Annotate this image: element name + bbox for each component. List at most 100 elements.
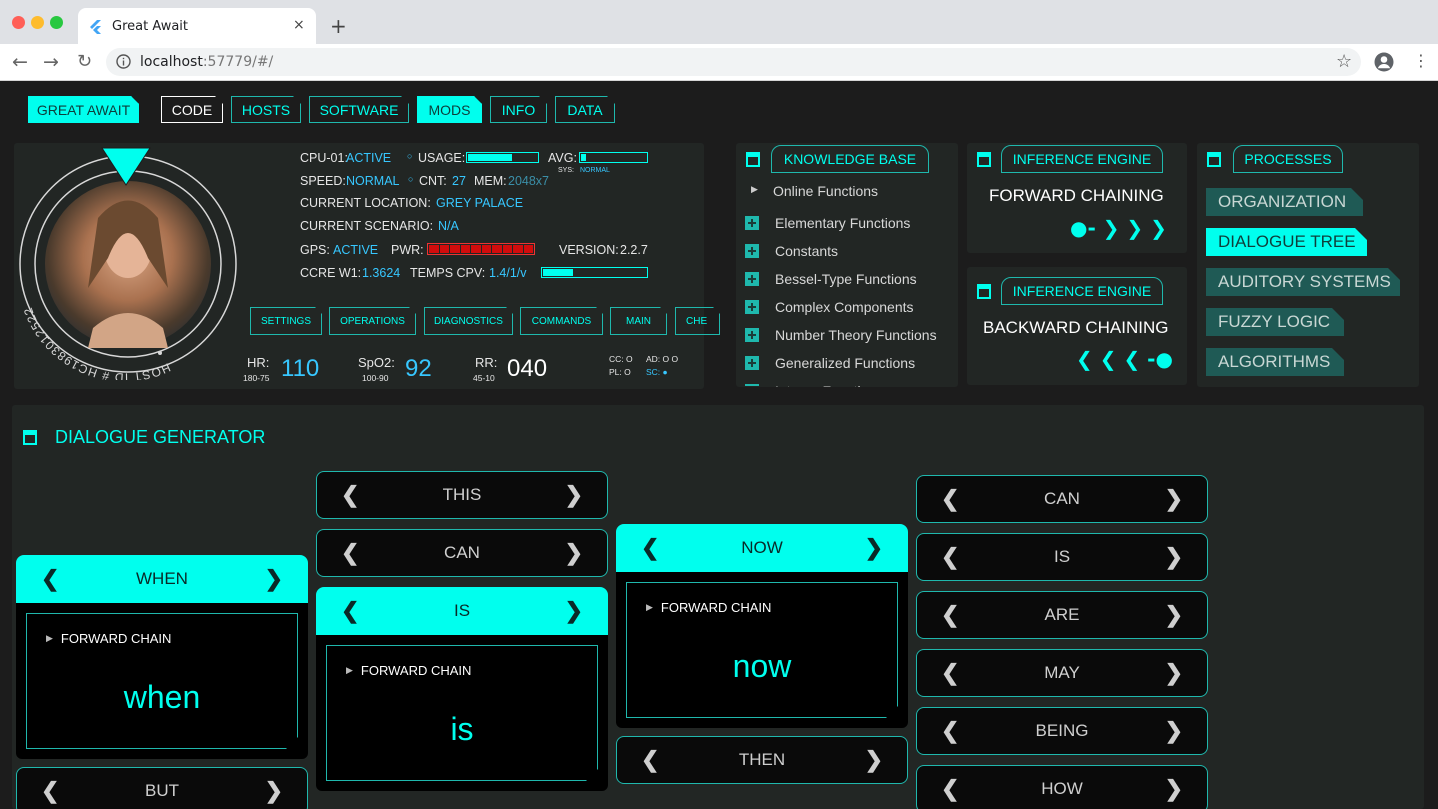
next-arrow-icon[interactable]: ❯ <box>1165 544 1183 570</box>
commands-button[interactable]: COMMANDS <box>520 307 603 335</box>
close-window-icon[interactable] <box>12 16 25 29</box>
word-selector-is[interactable]: ❮ IS ❯ <box>316 587 608 635</box>
settings-button[interactable]: SETTINGS <box>250 307 322 335</box>
browser-menu-icon[interactable]: ⋮ <box>1413 51 1429 70</box>
prev-arrow-icon[interactable]: ❮ <box>941 544 959 570</box>
forward-chain-label[interactable]: FORWARD CHAIN <box>46 631 172 646</box>
word-selector-is[interactable]: ❮ IS ❯ <box>916 533 1208 581</box>
kb-expand-icon[interactable]: ▶ <box>751 185 758 195</box>
url-text[interactable]: localhost:57779/#/ <box>140 54 273 70</box>
next-arrow-icon[interactable]: ❯ <box>1165 486 1183 512</box>
power-segment <box>450 245 460 253</box>
word-selector-being[interactable]: ❮ BEING ❯ <box>916 707 1208 755</box>
tab-close-icon[interactable]: × <box>293 17 305 33</box>
power-segment <box>523 245 533 253</box>
word-selector-now[interactable]: ❮ NOW ❯ <box>616 524 908 572</box>
bookmark-star-icon[interactable]: ☆ <box>1336 51 1352 72</box>
prev-arrow-icon[interactable]: ❮ <box>341 482 359 508</box>
nav-mods[interactable]: MODS <box>417 96 482 123</box>
new-tab-icon[interactable]: + <box>330 14 347 38</box>
nav-data[interactable]: DATA <box>555 96 615 123</box>
kb-item[interactable]: Generalized Functions <box>775 355 915 371</box>
word-label: WHEN <box>136 569 188 588</box>
next-arrow-icon[interactable]: ❯ <box>565 540 583 566</box>
word-selector-this[interactable]: ❮ THIS ❯ <box>316 471 608 519</box>
inference-engine-backward-title[interactable]: INFERENCE ENGINE <box>1001 277 1163 305</box>
process-algorithms[interactable]: ALGORITHMS <box>1206 348 1344 376</box>
word-selector-but[interactable]: ❮ BUT ❯ <box>16 767 308 809</box>
nav-info[interactable]: INFO <box>490 96 547 123</box>
knowledge-base-panel <box>736 143 958 387</box>
word-selector-when[interactable]: ❮ WHEN ❯ <box>16 555 308 603</box>
next-arrow-icon[interactable]: ❯ <box>1165 660 1183 686</box>
prev-arrow-icon[interactable]: ❮ <box>941 660 959 686</box>
word-selector-are[interactable]: ❮ ARE ❯ <box>916 591 1208 639</box>
prev-arrow-icon[interactable]: ❮ <box>641 535 659 561</box>
minimize-window-icon[interactable] <box>31 16 44 29</box>
kb-item[interactable]: Constants <box>775 243 838 259</box>
kb-online-functions[interactable]: Online Functions <box>773 183 878 199</box>
prev-arrow-icon[interactable]: ❮ <box>41 566 59 592</box>
nav-hosts[interactable]: HOSTS <box>231 96 301 123</box>
nav-software[interactable]: SOFTWARE <box>309 96 409 123</box>
next-arrow-icon[interactable]: ❯ <box>265 778 283 804</box>
prev-arrow-icon[interactable]: ❮ <box>641 747 659 773</box>
next-arrow-icon[interactable]: ❯ <box>865 535 883 561</box>
main-button[interactable]: MAIN <box>610 307 667 335</box>
kb-item[interactable]: Complex Components <box>775 299 914 315</box>
kb-item[interactable]: Bessel-Type Functions <box>775 271 917 287</box>
next-arrow-icon[interactable]: ❯ <box>265 566 283 592</box>
maximize-window-icon[interactable] <box>50 16 63 29</box>
next-arrow-icon[interactable]: ❯ <box>1165 718 1183 744</box>
inference-engine-forward-title[interactable]: INFERENCE ENGINE <box>1001 145 1163 173</box>
knowledge-base-title[interactable]: KNOWLEDGE BASE <box>771 145 929 173</box>
address-bar[interactable] <box>106 48 1361 76</box>
cpu-label: CPU-01: <box>300 151 348 165</box>
processes-title[interactable]: PROCESSES <box>1233 145 1343 173</box>
word-selector-how[interactable]: ❮ HOW ❯ <box>916 765 1208 809</box>
usage-label: USAGE: <box>418 151 466 165</box>
spo2-range: 100-90 <box>362 373 389 383</box>
kb-item[interactable]: Number Theory Functions <box>775 327 937 343</box>
prev-arrow-icon[interactable]: ❮ <box>941 718 959 744</box>
word-selector-then[interactable]: ❮ THEN ❯ <box>616 736 908 784</box>
process-organization[interactable]: ORGANIZATION <box>1206 188 1363 216</box>
temps-value: 1.4/1/v <box>489 266 527 280</box>
operations-button[interactable]: OPERATIONS <box>329 307 416 335</box>
prev-arrow-icon[interactable]: ❮ <box>941 486 959 512</box>
next-arrow-icon[interactable]: ❯ <box>1165 602 1183 628</box>
next-arrow-icon[interactable]: ❯ <box>565 598 583 624</box>
prev-arrow-icon[interactable]: ❮ <box>941 776 959 802</box>
reload-icon[interactable]: ↻ <box>77 51 92 72</box>
process-auditory-systems[interactable]: AUDITORY SYSTEMS <box>1206 268 1400 296</box>
word-selector-can[interactable]: ❮ CAN ❯ <box>916 475 1208 523</box>
process-fuzzy-logic[interactable]: FUZZY LOGIC <box>1206 308 1344 336</box>
diagnostics-button[interactable]: DIAGNOSTICS <box>424 307 513 335</box>
next-arrow-icon[interactable]: ❯ <box>1165 776 1183 802</box>
info-icon[interactable] <box>116 54 131 69</box>
avg-bar <box>579 152 648 163</box>
che-button[interactable]: CHE <box>675 307 720 335</box>
forward-chain-label[interactable]: FORWARD CHAIN <box>346 663 472 678</box>
back-icon[interactable]: ← <box>12 51 28 73</box>
process-dialogue-tree[interactable]: DIALOGUE TREE <box>1206 228 1367 256</box>
profile-avatar-icon[interactable] <box>1374 52 1394 72</box>
next-arrow-icon[interactable]: ❯ <box>565 482 583 508</box>
forward-chaining-arrows-icon[interactable]: ●- ❯ ❯ ❯ <box>1070 216 1167 240</box>
word-selector-may[interactable]: ❮ MAY ❯ <box>916 649 1208 697</box>
backward-chaining-arrows-icon[interactable]: ❮ ❮ ❮ -● <box>1076 347 1173 371</box>
word-selector-can[interactable]: ❮ CAN ❯ <box>316 529 608 577</box>
nav-brand[interactable]: GREAT AWAIT <box>28 96 139 123</box>
prev-arrow-icon[interactable]: ❮ <box>341 540 359 566</box>
prev-arrow-icon[interactable]: ❮ <box>341 598 359 624</box>
pwr-label: PWR: <box>391 243 424 257</box>
forward-icon[interactable]: → <box>43 51 59 73</box>
kb-item[interactable]: Integer Functions <box>775 383 883 387</box>
prev-arrow-icon[interactable]: ❮ <box>941 602 959 628</box>
nav-code[interactable]: CODE <box>161 96 223 123</box>
next-arrow-icon[interactable]: ❯ <box>865 747 883 773</box>
kb-item[interactable]: Elementary Functions <box>775 215 910 231</box>
sys-value: NORMAL <box>580 167 610 174</box>
forward-chain-label[interactable]: FORWARD CHAIN <box>646 600 772 615</box>
prev-arrow-icon[interactable]: ❮ <box>41 778 59 804</box>
